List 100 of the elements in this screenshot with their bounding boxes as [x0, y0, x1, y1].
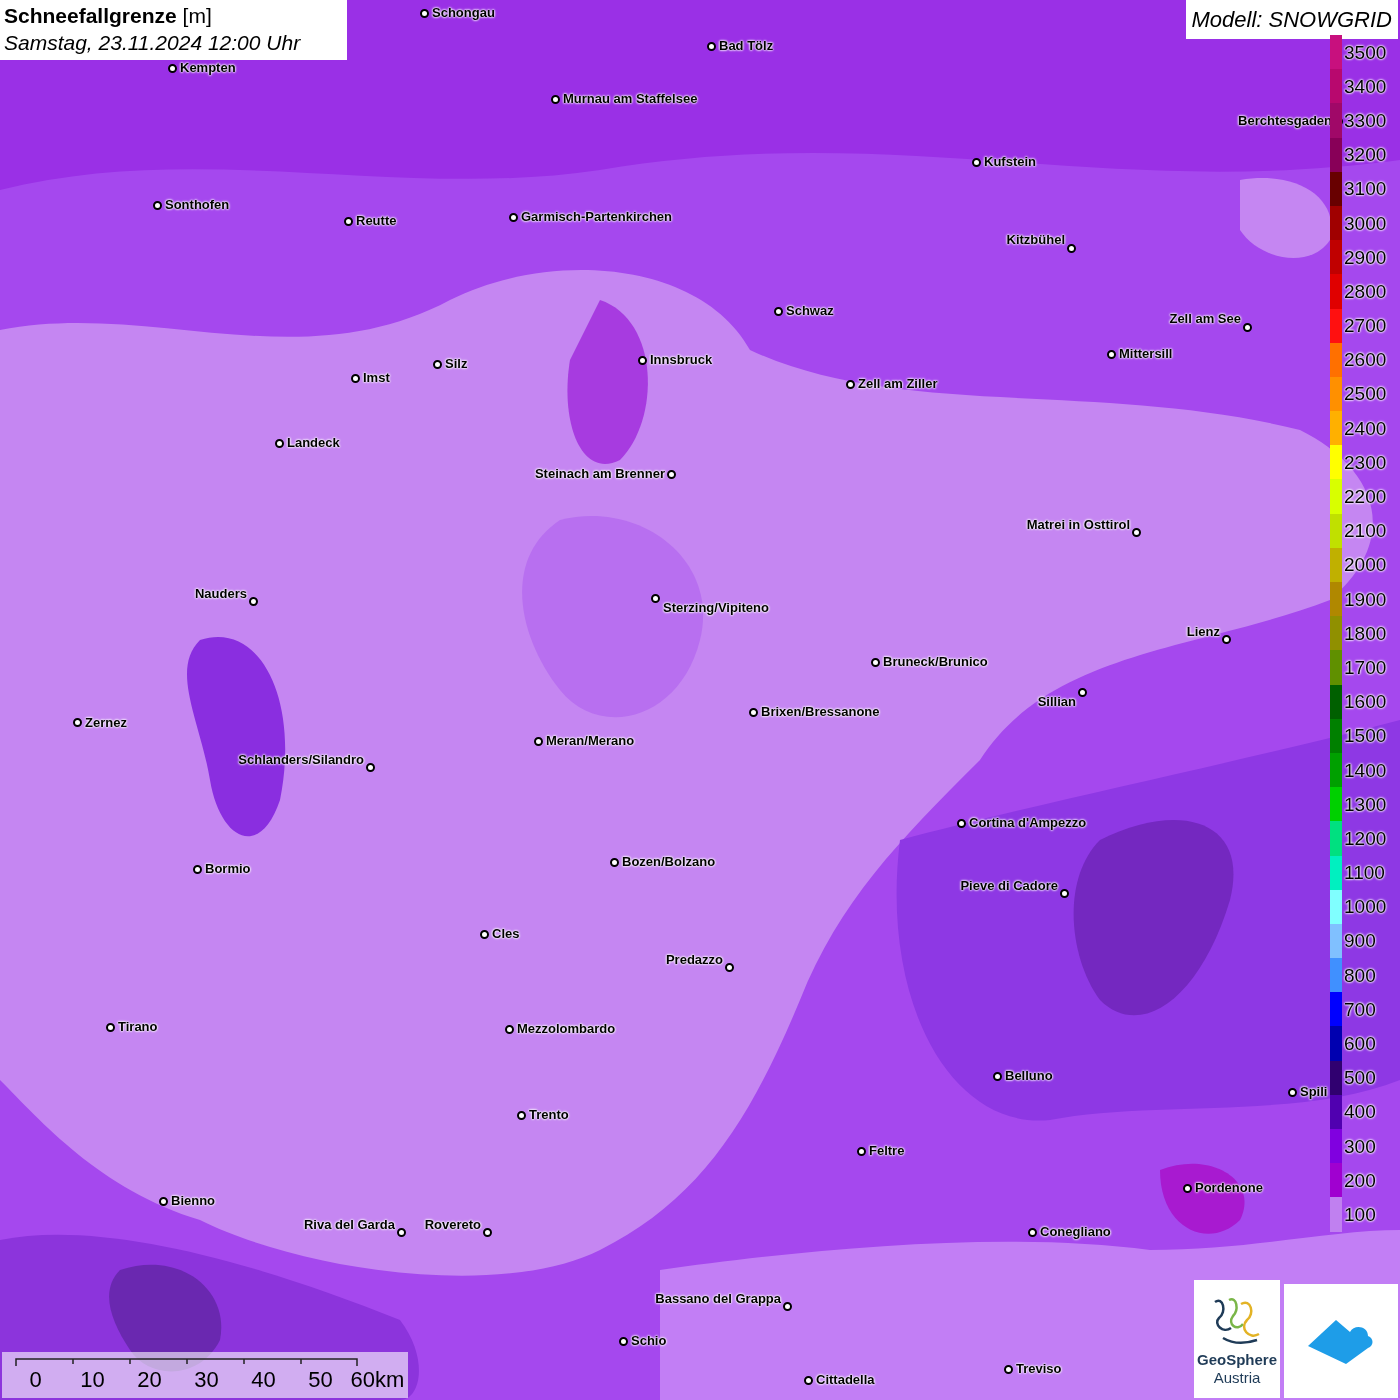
city-marker-icon — [365, 762, 375, 772]
scale-label: 0 — [28, 1366, 43, 1394]
legend-label: 2700 — [1344, 316, 1387, 336]
city-marker-icon — [956, 818, 966, 828]
city-marker-icon — [72, 717, 82, 727]
city-label: Steinach am Brenner — [534, 467, 665, 480]
city-label: Pieve di Cadore — [960, 879, 1058, 892]
city-label: Bozen/Bolzano — [622, 855, 716, 868]
scale-label: 50 — [307, 1366, 334, 1394]
city-label: Sterzing/Vipiteno — [663, 601, 769, 614]
legend-label: 1700 — [1344, 657, 1387, 677]
city-marker-icon — [550, 94, 560, 104]
city-marker-icon — [1059, 888, 1069, 898]
city-label: Garmisch-Partenkirchen — [521, 210, 672, 223]
legend-label: 1100 — [1344, 863, 1385, 883]
city-label: Predazzo — [665, 953, 723, 966]
legend-label: 1600 — [1344, 692, 1387, 712]
city-marker-icon — [992, 1071, 1002, 1081]
city-marker-icon — [508, 212, 518, 222]
city-label: Bassano del Grappa — [655, 1292, 781, 1305]
city-marker-icon — [856, 1146, 866, 1156]
legend-label: 2500 — [1344, 384, 1387, 404]
legend-label: 1400 — [1344, 760, 1387, 780]
legend-label: 300 — [1344, 1136, 1376, 1156]
logo-country: Austria — [1213, 1370, 1261, 1385]
city-marker-icon — [666, 469, 676, 479]
map-title: Schneefallgrenze [m] — [4, 3, 213, 29]
city-label: Spili — [1300, 1085, 1328, 1098]
legend-label: 2900 — [1344, 247, 1387, 267]
city-label: Kempten — [180, 61, 236, 74]
city-marker-icon — [618, 1336, 628, 1346]
city-marker-icon — [870, 657, 880, 667]
city-label: Bad Tölz — [719, 39, 774, 52]
city-label: Reutte — [356, 214, 397, 227]
city-label: Trento — [529, 1108, 569, 1121]
city-label: Berchtesgaden — [1238, 114, 1332, 127]
legend-label: 2300 — [1344, 452, 1387, 472]
legend-label: 400 — [1344, 1102, 1376, 1122]
scale-label: 40 — [250, 1366, 277, 1394]
city-label: Brixen/Bressanone — [761, 705, 880, 718]
scale-label: 20 — [136, 1366, 163, 1394]
city-marker-icon — [1182, 1183, 1192, 1193]
city-label: Bruneck/Brunico — [883, 655, 988, 668]
city-label: Zernez — [85, 716, 127, 729]
city-label: Cles — [492, 927, 520, 940]
city-label: Treviso — [1016, 1362, 1062, 1375]
scale-label: 10 — [79, 1366, 106, 1394]
legend-label: 3500 — [1344, 42, 1387, 62]
legend-label: 3000 — [1344, 213, 1387, 233]
legend-label: 2800 — [1344, 281, 1387, 301]
city-marker-icon — [105, 1022, 115, 1032]
city-marker-icon — [419, 8, 429, 18]
legend-label: 2000 — [1344, 555, 1387, 575]
legend-label: 1000 — [1344, 897, 1387, 917]
city-marker-icon — [1287, 1087, 1297, 1097]
city-label: Schio — [631, 1334, 667, 1347]
city-marker-icon — [482, 1227, 492, 1237]
legend-label: 800 — [1344, 965, 1376, 985]
legend-label: 3400 — [1344, 76, 1387, 96]
city-marker-icon — [1106, 349, 1116, 359]
city-label: Bienno — [171, 1194, 216, 1207]
city-label: Innsbruck — [650, 353, 713, 366]
city-label: Zell am Ziller — [858, 377, 938, 390]
city-label: Lienz — [1186, 625, 1220, 638]
city-label: Kufstein — [984, 155, 1036, 168]
legend-label: 1500 — [1344, 726, 1387, 746]
city-marker-icon — [432, 359, 442, 369]
city-marker-icon — [1003, 1364, 1013, 1374]
city-label: Kitzbühel — [1006, 233, 1065, 246]
city-marker-icon — [609, 857, 619, 867]
city-label: Cortina d'Ampezzo — [969, 816, 1087, 829]
city-marker-icon — [479, 929, 489, 939]
legend-label: 600 — [1344, 1034, 1376, 1054]
city-marker-icon — [152, 200, 162, 210]
city-marker-icon — [1066, 243, 1076, 253]
city-label: Feltre — [869, 1144, 905, 1157]
legend-label: 200 — [1344, 1170, 1376, 1190]
city-marker-icon — [504, 1024, 514, 1034]
city-marker-icon — [1077, 687, 1087, 697]
city-marker-icon — [516, 1110, 526, 1120]
city-marker-icon — [350, 373, 360, 383]
city-label: Belluno — [1005, 1069, 1053, 1082]
city-label: Conegliano — [1040, 1225, 1111, 1238]
legend-label: 1900 — [1344, 589, 1387, 609]
legend-label: 2100 — [1344, 521, 1387, 541]
city-marker-icon — [274, 438, 284, 448]
map-date: Samstag, 23.11.2024 12:00 Uhr — [4, 30, 302, 56]
scale-label: 30 — [193, 1366, 220, 1394]
legend-label: 3100 — [1344, 179, 1387, 199]
city-label: Mittersill — [1119, 347, 1173, 360]
city-label: Schongau — [432, 6, 495, 19]
city-marker-icon — [248, 596, 258, 606]
city-marker-icon — [167, 63, 177, 73]
city-marker-icon — [748, 707, 758, 717]
legend-label: 100 — [1344, 1204, 1376, 1224]
legend-label: 2200 — [1344, 487, 1387, 507]
city-label: Silz — [445, 357, 468, 370]
scale-ruler-icon — [15, 1358, 358, 1366]
city-marker-icon — [1242, 322, 1252, 332]
city-marker-icon — [773, 306, 783, 316]
